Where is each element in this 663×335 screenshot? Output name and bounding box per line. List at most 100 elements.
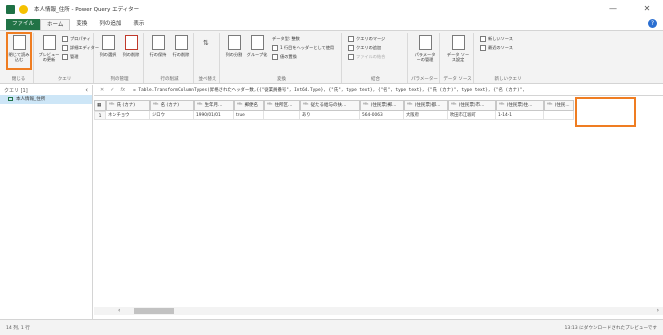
tab-file[interactable]: ファイル	[6, 19, 41, 30]
formula-input[interactable]: = Table.TransformColumnTypes(昇格されたヘッダー数,…	[133, 87, 663, 93]
new-source-button[interactable]: 新しいソース	[480, 36, 513, 42]
scroll-right-icon[interactable]: ›	[657, 307, 659, 314]
column-header[interactable]: ᴬᴮᶜ (住民票)都...	[404, 100, 448, 111]
append-queries-button[interactable]: クエリの追加	[348, 45, 381, 51]
help-icon[interactable]: ?	[648, 19, 657, 28]
column-header[interactable]: ᴬᴮᶜ (住民票)市...	[448, 100, 496, 111]
recent-sources-button[interactable]: 最近のソース	[480, 45, 513, 51]
column-header-label: 住所区...	[274, 103, 293, 108]
recent-source-icon	[480, 45, 486, 51]
sort-ascending-icon[interactable]: ⇅	[203, 39, 209, 47]
new-source-icon	[480, 36, 486, 42]
properties-button[interactable]: プロパティ	[62, 36, 91, 42]
column-header-label: (住民票)郵...	[370, 103, 397, 108]
window-title: 本人情報_住所 - Power Query エディター	[34, 7, 140, 13]
group-transform: 列の分割 グループ化 データ型: 整数 1 行目をヘッダーとして使用 値の置換 …	[222, 33, 342, 83]
scroll-left-icon[interactable]: ‹	[118, 307, 120, 314]
text-type-icon: ᴬᴮᶜ	[109, 103, 115, 108]
column-header[interactable]: ᴬᴮᶜ (住民...	[544, 100, 574, 111]
title-bar: 本人情報_住所 - Power Query エディター — ✕	[0, 0, 663, 18]
table-menu-button[interactable]: ▦	[94, 100, 106, 111]
column-header-label: 生年月...	[204, 103, 223, 108]
table-cell[interactable]	[544, 111, 574, 120]
merge-queries-button[interactable]: クエリのマージ	[348, 36, 385, 42]
group-by-button[interactable]: グループ化	[245, 35, 269, 57]
row-number: 1	[94, 111, 106, 120]
table-cell[interactable]: 大阪府	[404, 111, 448, 120]
remove-columns-button[interactable]: 列の削除	[119, 35, 143, 57]
collapse-queries-button[interactable]: ‹	[85, 86, 88, 94]
column-header-label: (住民...	[554, 103, 570, 108]
manage-button[interactable]: 管理	[62, 54, 78, 60]
table-cell[interactable]: あり	[300, 111, 360, 120]
keep-rows-icon	[151, 35, 165, 50]
query-item[interactable]: 本人情報_住所	[0, 95, 92, 104]
advanced-editor-button[interactable]: 詳細エディター	[62, 45, 99, 51]
tab-add-column[interactable]: 列の追加	[93, 19, 127, 30]
column-header[interactable]: ᴬᴮᶜ (住民票)住...	[496, 100, 544, 111]
refresh-icon	[42, 35, 56, 50]
table-cell[interactable]: ネンチョウ	[106, 111, 150, 120]
split-column-icon	[227, 35, 241, 50]
remove-rows-button[interactable]: 行の削除	[169, 35, 193, 57]
group-data-source: データ ソース設定 データ ソース	[442, 33, 474, 83]
table-cell[interactable]: 564-0063	[360, 111, 404, 120]
combine-files-button[interactable]: ファイルの結合	[348, 54, 385, 60]
keep-rows-button[interactable]: 行の保持	[146, 35, 170, 57]
group-parameters: パラメーターの管理 パラメーター	[410, 33, 440, 83]
combine-files-icon	[348, 54, 354, 60]
group-reduce-rows: 行の保持 行の削除 行の削減	[146, 33, 194, 83]
text-type-icon: ᴬᴮᶜ	[237, 103, 243, 108]
column-header[interactable]: ᴬᴮᶜ 郵便名	[234, 100, 264, 111]
replace-icon	[272, 54, 278, 60]
ribbon-tabs: ファイル ホーム 変換 列の追加 表示 ?	[0, 18, 663, 30]
column-header[interactable]: ᴬᴮᶜ 従たる給与の扶...	[300, 100, 360, 111]
feedback-smile-icon[interactable]	[19, 4, 28, 14]
column-header[interactable]: ᴬᴮᶜ (住民票)郵...	[360, 100, 404, 111]
tab-view[interactable]: 表示	[127, 19, 150, 30]
table-cell[interactable]: ジロウ	[150, 111, 194, 120]
column-header[interactable]: ᴬᴮᶜ 氏 (カナ)	[106, 100, 150, 111]
table-cell[interactable]: 吹田市江坂町	[448, 111, 496, 120]
remove-columns-icon	[124, 35, 138, 50]
table-cell[interactable]: 1990/01/01	[194, 111, 234, 120]
first-row-header-button[interactable]: 1 行目をヘッダーとして使用	[272, 45, 334, 51]
preview-status: 13:13 にダウンロードされたプレビューです	[564, 326, 657, 331]
horizontal-scrollbar[interactable]: ‹ ›	[94, 307, 663, 315]
split-column-button[interactable]: 列の分割	[222, 35, 246, 57]
column-header[interactable]: ᴬᴮᶜ 住所区...	[264, 100, 300, 111]
append-icon	[348, 45, 354, 51]
close-button[interactable]: ✕	[637, 3, 657, 15]
manage-parameters-button[interactable]: パラメーターの管理	[413, 35, 437, 62]
table-cell[interactable]: true	[234, 111, 264, 120]
minimize-button[interactable]: —	[603, 3, 623, 15]
column-header[interactable]: ᴬᴮᶜ 生年月...	[194, 100, 234, 111]
remove-rows-icon	[174, 35, 188, 50]
table-cell[interactable]	[264, 111, 300, 120]
choose-columns-button[interactable]: 列の選択	[96, 35, 120, 57]
properties-icon	[62, 36, 68, 42]
group-sort: ⇅ 並べ替え	[196, 33, 220, 83]
group-combine: クエリのマージ クエリの追加 ファイルの結合 結合	[344, 33, 408, 83]
data-type-dropdown[interactable]: データ型: 整数	[272, 36, 300, 42]
tab-transform[interactable]: 変換	[70, 19, 93, 30]
data-grid: ▦ ᴬᴮᶜ 氏 (カナ) ネンチョウ ᴬᴮᶜ 名 (カナ) ジロウ ᴬᴮᶜ 生年月... 199…	[94, 100, 663, 300]
table-cell[interactable]: 1-14-1	[496, 111, 544, 120]
data-source-icon	[451, 35, 465, 50]
column-header-label: 従たる給与の扶...	[310, 103, 347, 108]
confirm-formula-icon[interactable]: ✓	[110, 87, 114, 93]
text-type-icon: ᴬᴮᶜ	[267, 103, 273, 108]
row-column-count: 14 列, 1 行	[6, 326, 30, 331]
column-header[interactable]: ᴬᴮᶜ 名 (カナ)	[150, 100, 194, 111]
data-source-settings-button[interactable]: データ ソース設定	[446, 35, 470, 62]
manage-icon	[62, 54, 68, 60]
replace-values-button[interactable]: 値の置換	[272, 54, 297, 60]
table-icon	[8, 96, 13, 101]
refresh-preview-button[interactable]: プレビューの更新	[37, 35, 61, 62]
scrollbar-thumb[interactable]	[134, 308, 174, 314]
tab-home[interactable]: ホーム	[40, 19, 71, 30]
cancel-formula-icon[interactable]: ✕	[100, 87, 104, 93]
column-header-label: 名 (カナ)	[160, 103, 180, 108]
highlight-close-load	[6, 32, 32, 70]
group-new-query: 新しいソース 最近のソース 新しいクエリ	[476, 33, 540, 83]
